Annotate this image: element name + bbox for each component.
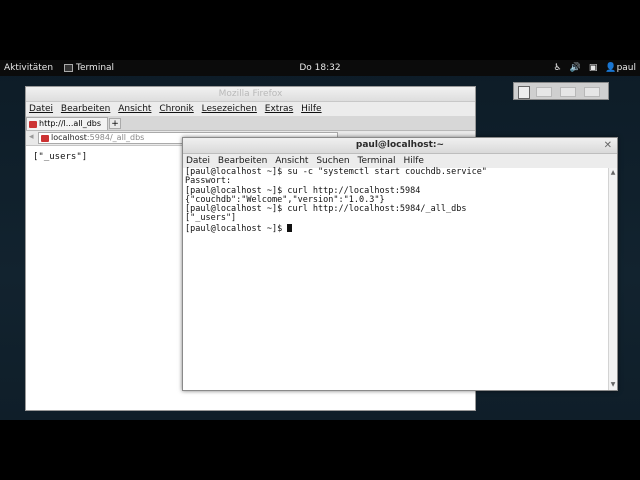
text-cursor — [287, 223, 293, 232]
menu-hilfe[interactable]: Hilfe — [301, 104, 321, 114]
menu-ansicht[interactable]: Ansicht — [275, 156, 308, 166]
firefox-titlebar[interactable]: Mozilla Firefox — [26, 87, 475, 102]
menu-lesezeichen[interactable]: Lesezeichen — [202, 104, 257, 114]
terminal-line: ["_users"] — [185, 213, 237, 224]
firefox-menubar: Datei Bearbeiten Ansicht Chronik Lesezei… — [26, 102, 475, 116]
accessibility-icon[interactable]: ♿ — [554, 60, 562, 76]
letterbox-bottom — [0, 420, 640, 480]
user-menu[interactable]: 👤paul — [605, 60, 636, 76]
clock[interactable]: Do 18:32 — [0, 60, 640, 76]
menu-bearbeiten[interactable]: Bearbeiten — [218, 156, 267, 166]
close-icon[interactable]: ✕ — [604, 138, 612, 153]
network-icon[interactable]: ▣ — [589, 60, 598, 76]
scroll-up-icon[interactable]: ▲ — [610, 170, 616, 176]
menu-extras[interactable]: Extras — [265, 104, 293, 114]
top-bar: Aktivitäten Terminal Do 18:32 ♿ 🔊 ▣ 👤pau… — [0, 60, 640, 76]
favicon-icon — [29, 120, 37, 128]
tab-strip: http://l...all_dbs + — [26, 116, 475, 131]
terminal-output[interactable]: [paul@localhost ~]$ su -c "systemctl sta… — [183, 167, 609, 390]
workspace-thumb[interactable] — [584, 87, 600, 97]
menu-ansicht[interactable]: Ansicht — [118, 104, 151, 114]
terminal-window: paul@localhost:~ ✕ Datei Bearbeiten Ansi… — [182, 137, 618, 391]
site-identity-icon[interactable] — [41, 134, 49, 142]
url-path: :5984/_all_dbs — [86, 133, 145, 142]
tab-label: http://l...all_dbs — [39, 119, 102, 128]
terminal-prompt: [paul@localhost ~]$ — [185, 223, 288, 234]
system-tray: ♿ 🔊 ▣ 👤paul — [554, 60, 636, 76]
json-response: ["_users"] — [33, 152, 88, 162]
terminal-titlebar[interactable]: paul@localhost:~ ✕ — [183, 138, 617, 154]
workspace-thumb[interactable] — [560, 87, 576, 97]
back-arrow-icon[interactable]: ◂ — [29, 132, 34, 142]
user-icon: 👤 — [605, 63, 617, 73]
menu-chronik[interactable]: Chronik — [159, 104, 193, 114]
menu-suchen[interactable]: Suchen — [316, 156, 349, 166]
url-host: localhost — [51, 133, 87, 142]
menu-terminal[interactable]: Terminal — [358, 156, 396, 166]
browser-tab[interactable]: http://l...all_dbs — [26, 117, 108, 130]
menu-datei[interactable]: Datei — [186, 156, 210, 166]
terminal-line: [paul@localhost ~]$ curl http://localhos… — [185, 204, 467, 215]
menu-hilfe[interactable]: Hilfe — [403, 156, 423, 166]
terminal-title: paul@localhost:~ — [355, 140, 445, 150]
terminal-scrollbar[interactable]: ▲ ▼ — [608, 168, 617, 390]
menu-datei[interactable]: Datei — [29, 104, 53, 114]
monitor-icon — [518, 86, 530, 99]
menu-bearbeiten[interactable]: Bearbeiten — [61, 104, 110, 114]
workspace-switcher[interactable] — [513, 82, 609, 100]
letterbox-top — [0, 0, 640, 60]
scroll-down-icon[interactable]: ▼ — [610, 382, 616, 388]
workspace-thumb[interactable] — [536, 87, 552, 97]
terminal-prompt-line: [paul@localhost ~]$ — [185, 223, 607, 234]
new-tab-button[interactable]: + — [109, 118, 121, 129]
volume-icon[interactable]: 🔊 — [570, 60, 581, 76]
user-name: paul — [616, 63, 636, 73]
terminal-line: [paul@localhost ~]$ su -c "systemctl sta… — [185, 167, 487, 177]
